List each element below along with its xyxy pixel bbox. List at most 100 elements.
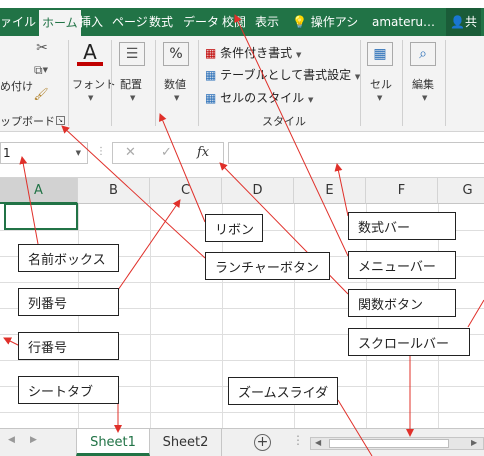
- formula-buttons: ✕ ✓ fx: [112, 142, 224, 164]
- divider: [445, 40, 446, 126]
- scroll-right-icon[interactable]: ▶: [30, 435, 37, 445]
- format-painter-icon[interactable]: 🖌: [32, 86, 50, 102]
- scrollbar-thumb[interactable]: [329, 439, 449, 448]
- chevron-down-icon: ▼: [88, 94, 94, 102]
- scroll-right-arrow-icon[interactable]: ▶: [471, 438, 477, 447]
- column-header-a[interactable]: A: [0, 178, 78, 204]
- callout-zoom-slider: ズームスライダ: [228, 377, 338, 405]
- cancel-icon[interactable]: ✕: [125, 145, 136, 160]
- cells-button-label[interactable]: セル: [370, 76, 392, 92]
- tell-me-label: 操作アシ: [310, 15, 359, 29]
- align-icon[interactable]: ☰: [119, 42, 145, 66]
- conditional-format-button[interactable]: ▦ 条件付き書式 ▼: [205, 44, 301, 61]
- copy-icon[interactable]: ⧉ ▼: [30, 62, 52, 78]
- grid-line: [0, 360, 484, 361]
- divider: [111, 40, 112, 126]
- tell-me-box[interactable]: 💡 操作アシ: [292, 8, 358, 36]
- divider: [68, 40, 69, 126]
- percent-icon[interactable]: %: [163, 42, 189, 66]
- cut-icon[interactable]: ✂: [34, 40, 50, 56]
- callout-formula-bar: 数式バー: [348, 212, 456, 240]
- chevron-down-icon: ▼: [130, 94, 136, 102]
- conditional-format-icon: ▦: [205, 46, 217, 60]
- grid-line: [150, 204, 151, 428]
- share-button[interactable]: 👤共: [446, 8, 481, 36]
- callout-function-button: 関数ボタン: [348, 289, 456, 317]
- tab-view[interactable]: 表示: [255, 8, 279, 36]
- column-header-d[interactable]: D: [222, 178, 294, 204]
- horizontal-scrollbar[interactable]: ◀ ▶: [310, 437, 484, 450]
- align-button-label[interactable]: 配置: [120, 76, 142, 92]
- chevron-down-icon: ▼: [422, 94, 428, 102]
- account-name[interactable]: amateru…: [372, 8, 435, 36]
- tab-review[interactable]: 校閲: [222, 8, 246, 36]
- cell-styles-icon: ▦: [205, 91, 217, 105]
- grip-icon: ⋮: [96, 146, 106, 157]
- scroll-left-arrow-icon[interactable]: ◀: [315, 438, 321, 447]
- cells-icon[interactable]: ▦: [367, 42, 393, 66]
- cell-styles-label: セルのスタイル: [220, 91, 305, 105]
- ribbon: ✂ ⧉ ▼ 🖌 め付け ップボード ↘ A フォント ▼ ☰ 配置 ▼ % 数値 …: [0, 36, 484, 132]
- divider: [198, 40, 199, 126]
- table-icon: ▦: [205, 68, 217, 82]
- sheet-tab-sheet2[interactable]: Sheet2: [150, 429, 222, 456]
- chevron-down-icon: ▼: [377, 94, 383, 102]
- tab-page-layout[interactable]: ページ: [112, 8, 148, 36]
- clipboard-group-label: ップボード: [0, 115, 55, 128]
- callout-col-number: 列番号: [18, 288, 119, 316]
- sheet-tab-bar: ◀ ▶ Sheet1 Sheet2 + ⋮ ◀ ▶: [0, 428, 484, 456]
- cell-styles-button[interactable]: ▦ セルのスタイル ▼: [205, 89, 313, 106]
- chevron-down-icon: ▼: [174, 94, 180, 102]
- add-sheet-button[interactable]: +: [254, 434, 271, 451]
- chevron-down-icon: ▼: [296, 51, 302, 59]
- callout-name-box: 名前ボックス: [18, 244, 119, 272]
- callout-ribbon: リボン: [205, 214, 263, 242]
- name-box[interactable]: 1 ▼: [0, 142, 88, 164]
- scroll-left-icon[interactable]: ◀: [8, 435, 15, 445]
- column-header-g[interactable]: G: [438, 178, 484, 204]
- search-icon[interactable]: ⌕: [410, 42, 436, 66]
- sheet-tab-sheet1[interactable]: Sheet1: [76, 429, 150, 456]
- name-box-value: 1: [3, 146, 11, 160]
- tab-data[interactable]: データ: [183, 8, 219, 36]
- column-header-e[interactable]: E: [294, 178, 366, 204]
- tab-home[interactable]: ホーム: [39, 10, 81, 36]
- divider: [402, 40, 403, 126]
- conditional-format-label: 条件付き書式: [220, 46, 293, 60]
- tab-formulas[interactable]: 数式: [149, 8, 173, 36]
- clipboard-launcher-icon[interactable]: ↘: [56, 116, 65, 125]
- formula-input[interactable]: [228, 142, 484, 164]
- edit-button-label[interactable]: 編集: [412, 76, 434, 92]
- column-header-c[interactable]: C: [150, 178, 222, 204]
- tab-insert[interactable]: 挿入: [79, 8, 103, 36]
- format-as-table-button[interactable]: ▦ テーブルとして書式設定 ▼: [205, 66, 360, 83]
- tab-file[interactable]: ァイル: [0, 8, 36, 36]
- font-button-label[interactable]: フォント: [72, 76, 116, 92]
- callout-sheet-tab: シートタブ: [18, 376, 119, 404]
- number-button-label[interactable]: 数値: [164, 76, 186, 92]
- formula-bar-row: 1 ▼ ⋮ ✕ ✓ fx: [0, 132, 484, 178]
- font-icon[interactable]: A: [77, 40, 103, 66]
- column-header-f[interactable]: F: [366, 178, 438, 204]
- divider: [155, 40, 156, 126]
- column-header-b[interactable]: B: [78, 178, 150, 204]
- menu-bar: ァイル ホーム 挿入 ページ 数式 データ 校閲 表示 💡 操作アシ amate…: [0, 8, 484, 36]
- insert-function-button[interactable]: fx: [197, 145, 209, 160]
- grip-icon: ⋮: [292, 433, 304, 447]
- styles-group-label: スタイル: [262, 115, 306, 128]
- callout-launcher: ランチャーボタン: [205, 252, 330, 280]
- paste-label[interactable]: め付け: [0, 78, 33, 94]
- lightbulb-icon: 💡: [292, 15, 307, 29]
- active-cell[interactable]: [4, 203, 78, 230]
- callout-menu-bar: メニューバー: [348, 251, 456, 279]
- person-icon: 👤: [450, 15, 465, 29]
- grid-line: [0, 282, 484, 283]
- grid-line: [0, 412, 484, 413]
- chevron-down-icon[interactable]: ▼: [76, 143, 81, 163]
- share-label: 共: [464, 15, 477, 29]
- callout-scroll-bar: スクロールバー: [348, 328, 470, 356]
- format-as-table-label: テーブルとして書式設定: [220, 68, 352, 82]
- chevron-down-icon: ▼: [308, 96, 314, 104]
- enter-icon[interactable]: ✓: [161, 145, 172, 160]
- callout-row-number: 行番号: [18, 332, 119, 360]
